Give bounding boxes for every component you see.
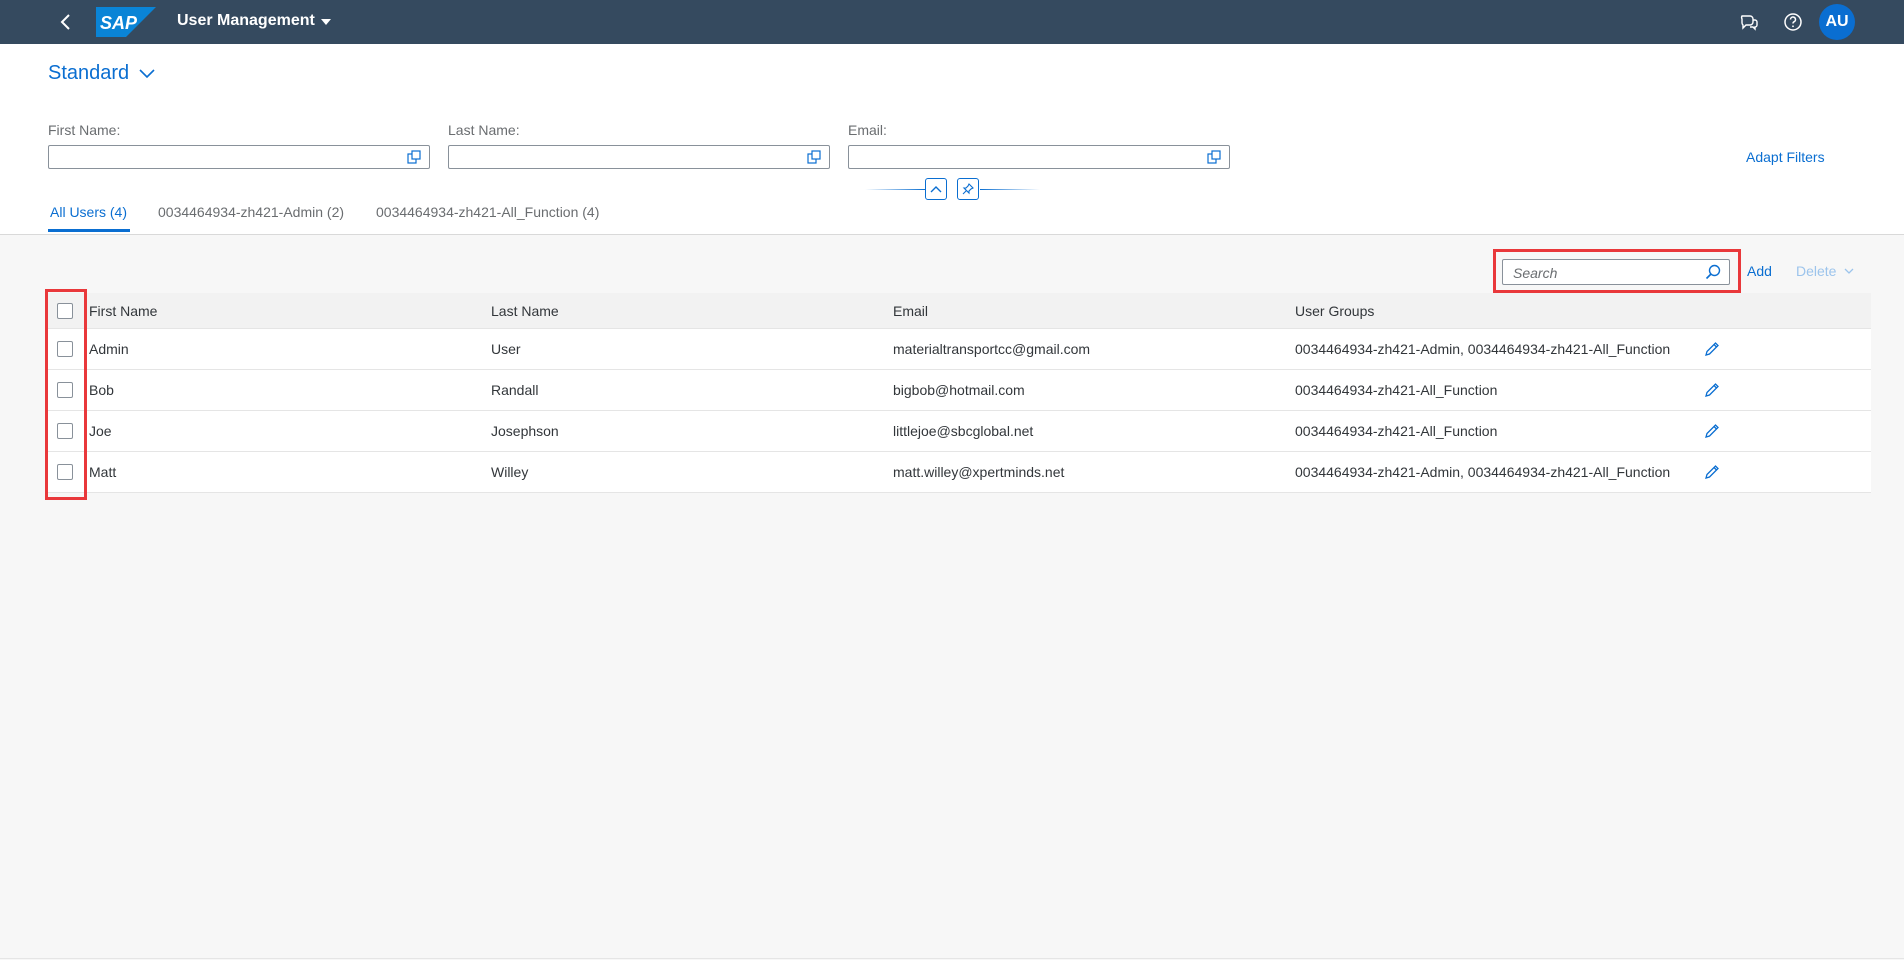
- column-header-first-name[interactable]: First Name: [89, 293, 157, 328]
- help-icon[interactable]: [1782, 11, 1804, 33]
- cell-last-name: User: [491, 341, 521, 357]
- tab-all-function-group[interactable]: 0034464934-zh421-All_Function (4): [376, 204, 599, 220]
- table-row[interactable]: Bob Randall bigbob@hotmail.com 003446493…: [48, 370, 1871, 411]
- chevron-up-icon: [930, 186, 942, 193]
- email-filter-label: Email:: [848, 122, 887, 138]
- variant-selector[interactable]: Standard: [48, 62, 155, 85]
- table-header-row: First Name Last Name Email User Groups: [48, 293, 1871, 329]
- cell-first-name: Matt: [89, 464, 117, 480]
- search-icon[interactable]: [1705, 264, 1721, 280]
- row-checkbox[interactable]: [57, 423, 73, 439]
- delete-label: Delete: [1796, 263, 1837, 279]
- cell-last-name: Josephson: [491, 423, 559, 439]
- cell-email: bigbob@hotmail.com: [893, 382, 1025, 398]
- pin-icon: [962, 183, 974, 195]
- cell-email: littlejoe@sbcglobal.net: [893, 423, 1034, 439]
- adapt-filters-button[interactable]: Adapt Filters: [1746, 149, 1825, 165]
- user-avatar[interactable]: AU: [1819, 4, 1855, 40]
- sap-logo[interactable]: SAP: [96, 7, 156, 37]
- table-row[interactable]: Matt Willey matt.willey@xpertminds.net 0…: [48, 452, 1871, 493]
- add-button[interactable]: Add: [1747, 263, 1772, 279]
- column-header-last-name[interactable]: Last Name: [491, 293, 559, 328]
- value-help-icon[interactable]: [1207, 150, 1221, 164]
- pin-header-button[interactable]: [957, 178, 979, 200]
- last-name-filter-input[interactable]: [455, 147, 799, 169]
- cell-user-groups: 0034464934-zh421-Admin, 0034464934-zh421…: [1295, 464, 1671, 480]
- cell-user-groups: 0034464934-zh421-All_Function: [1295, 423, 1498, 439]
- first-name-filter-field[interactable]: [48, 145, 430, 169]
- select-all-checkbox[interactable]: [57, 303, 73, 319]
- cell-last-name: Willey: [491, 464, 529, 480]
- last-name-filter-label: Last Name:: [448, 122, 520, 138]
- variant-title: Standard: [48, 62, 130, 84]
- pencil-icon: [1705, 383, 1719, 397]
- collapse-header-button[interactable]: [925, 178, 947, 200]
- chevron-down-icon: [139, 68, 155, 78]
- chevron-down-icon: [1845, 268, 1854, 274]
- table-row[interactable]: Admin User materialtransportcc@gmail.com…: [48, 329, 1871, 370]
- tab-admin-group[interactable]: 0034464934-zh421-Admin (2): [158, 204, 344, 220]
- column-header-user-groups[interactable]: User Groups: [1295, 293, 1374, 328]
- search-input[interactable]: [1511, 261, 1705, 285]
- page-header: Standard First Name: Last Name: Email: A…: [0, 44, 1904, 235]
- edit-row-button[interactable]: [1704, 329, 1720, 369]
- tab-all-users[interactable]: All Users (4): [50, 204, 127, 220]
- cell-user-groups: 0034464934-zh421-All_Function: [1295, 382, 1498, 398]
- active-tab-indicator: [48, 229, 130, 232]
- users-table: First Name Last Name Email User Groups A…: [48, 293, 1871, 493]
- column-header-email[interactable]: Email: [893, 293, 928, 328]
- cell-last-name: Randall: [491, 382, 539, 398]
- avatar-initials: AU: [1825, 13, 1849, 30]
- cell-first-name: Admin: [89, 341, 129, 357]
- last-name-filter-field[interactable]: [448, 145, 830, 169]
- value-help-icon[interactable]: [807, 150, 821, 164]
- value-help-icon[interactable]: [407, 150, 421, 164]
- row-checkbox[interactable]: [57, 464, 73, 480]
- delete-button[interactable]: Delete: [1796, 263, 1854, 279]
- divider-line-right: [980, 189, 1040, 190]
- cell-email: materialtransportcc@gmail.com: [893, 341, 1091, 357]
- email-filter-input[interactable]: [855, 147, 1199, 169]
- sap-logo-text: SAP: [100, 13, 138, 33]
- caret-down-icon: [320, 19, 331, 25]
- pencil-icon: [1705, 342, 1719, 356]
- chevron-left-icon[interactable]: [56, 12, 76, 32]
- cell-user-groups: 0034464934-zh421-Admin, 0034464934-zh421…: [1295, 341, 1671, 357]
- pencil-icon: [1705, 424, 1719, 438]
- edit-row-button[interactable]: [1704, 411, 1720, 451]
- first-name-filter-label: First Name:: [48, 122, 121, 138]
- row-checkbox[interactable]: [57, 341, 73, 357]
- search-field[interactable]: [1502, 259, 1730, 285]
- edit-row-button[interactable]: [1704, 370, 1720, 410]
- edit-row-button[interactable]: [1704, 452, 1720, 492]
- feedback-icon[interactable]: [1738, 11, 1760, 33]
- email-filter-field[interactable]: [848, 145, 1230, 169]
- row-checkbox[interactable]: [57, 382, 73, 398]
- footer-divider: [0, 958, 1904, 959]
- app-title-menu[interactable]: User Management: [177, 12, 331, 30]
- app-title: User Management: [177, 12, 315, 29]
- pencil-icon: [1705, 465, 1719, 479]
- cell-first-name: Joe: [89, 423, 112, 439]
- first-name-filter-input[interactable]: [55, 147, 399, 169]
- cell-first-name: Bob: [89, 382, 114, 398]
- shell-bar: SAP User Management AU: [0, 0, 1904, 44]
- cell-email: matt.willey@xpertminds.net: [893, 464, 1065, 480]
- divider-line-left: [865, 189, 925, 190]
- table-row[interactable]: Joe Josephson littlejoe@sbcglobal.net 00…: [48, 411, 1871, 452]
